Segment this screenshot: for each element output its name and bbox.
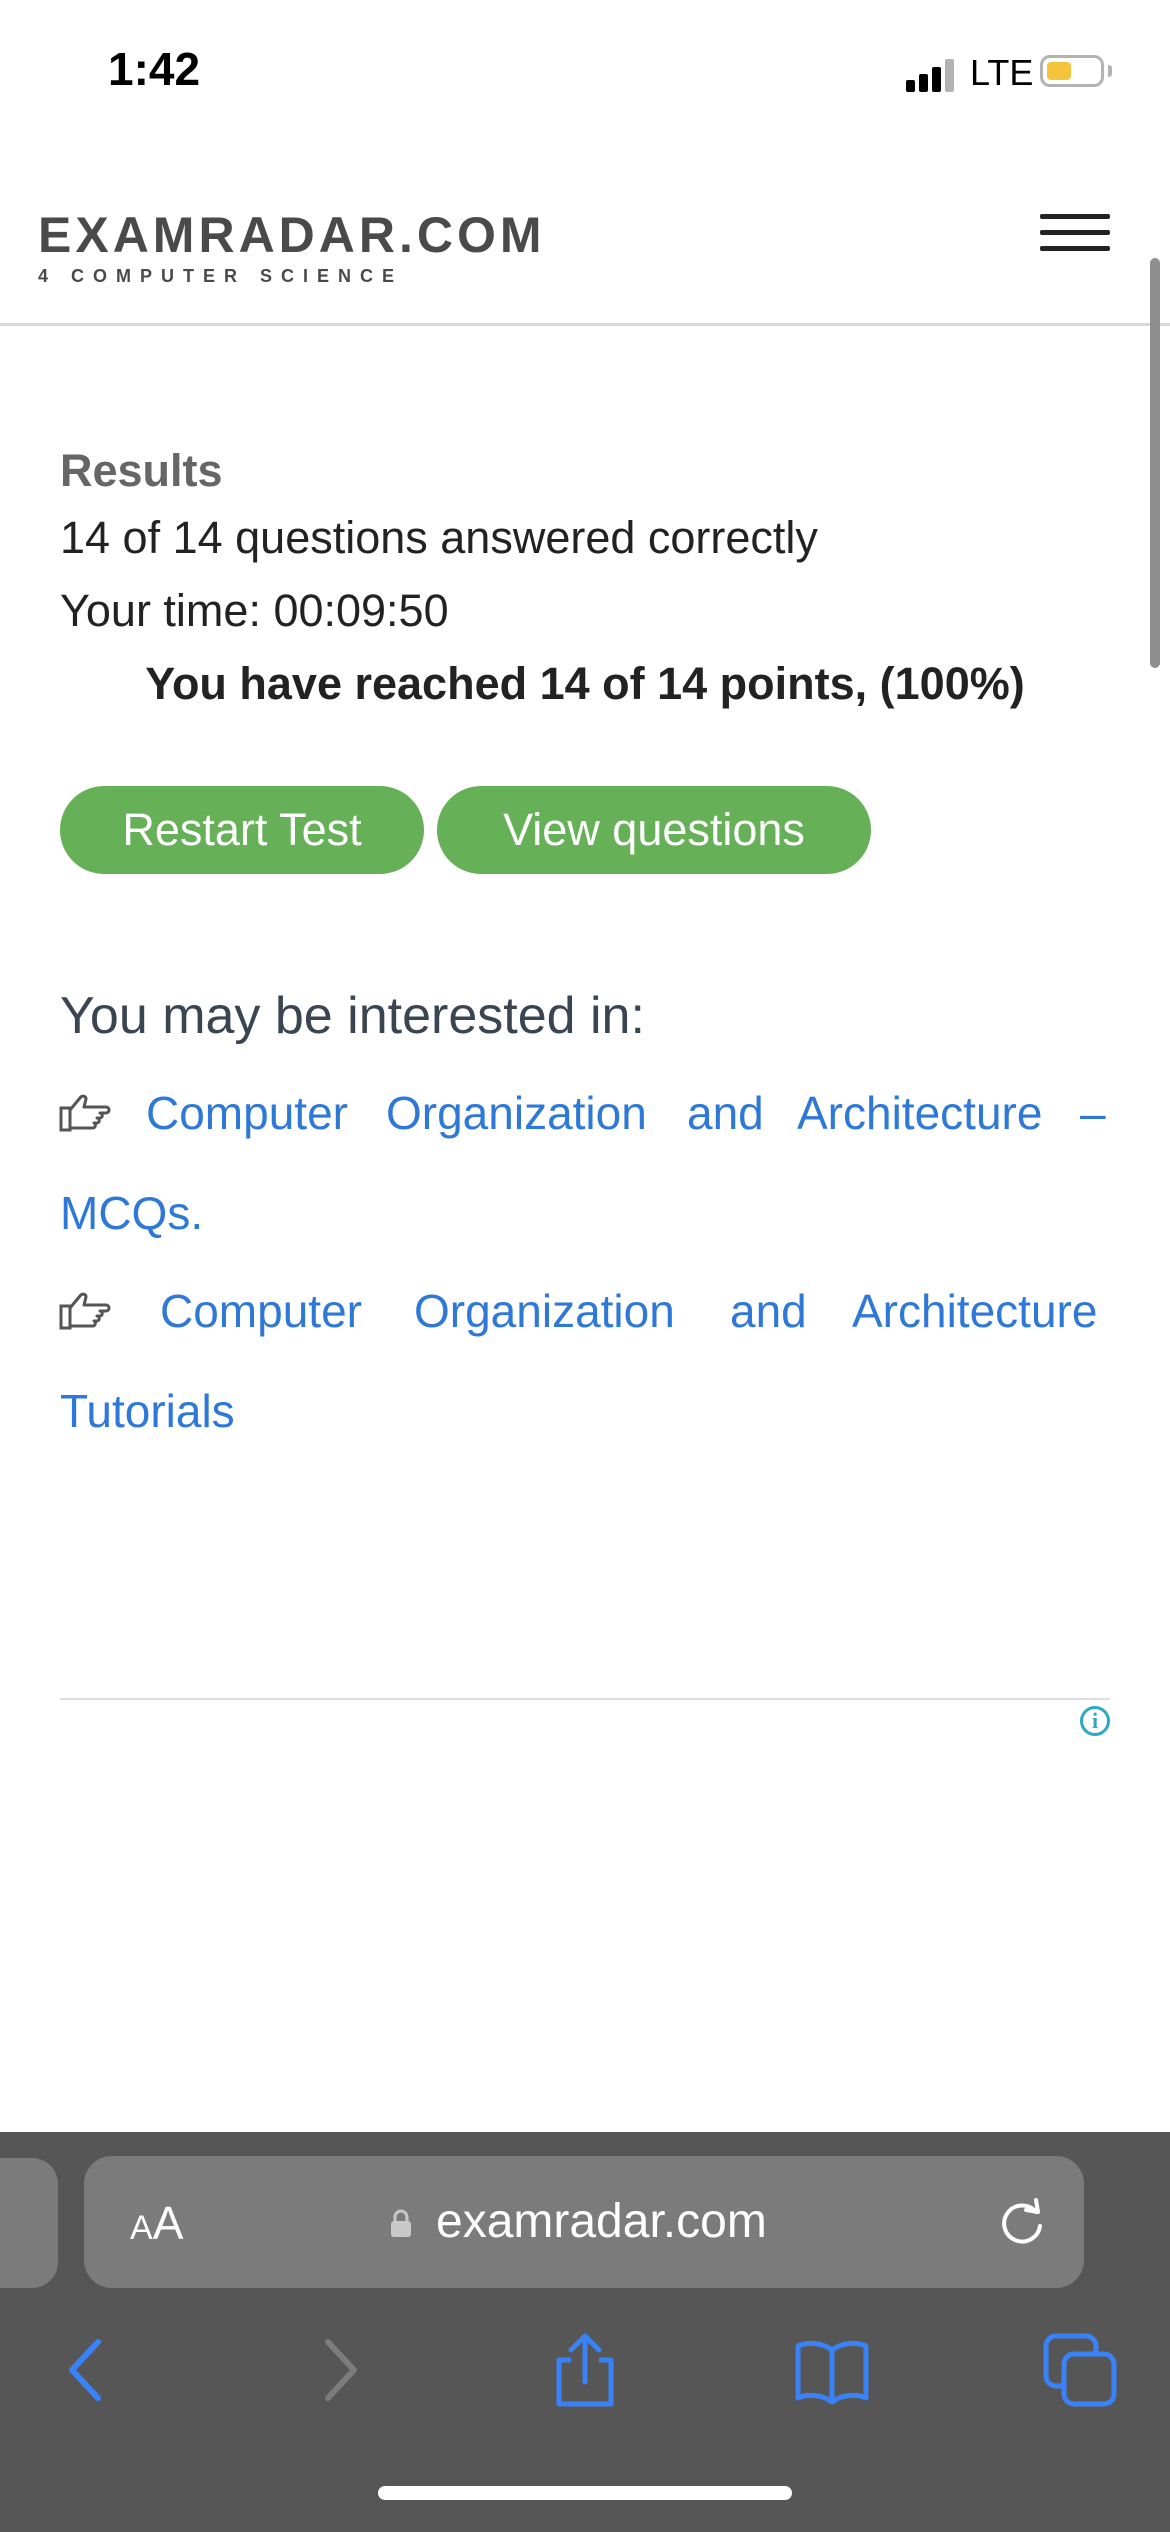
hamburger-menu-icon[interactable] — [1040, 214, 1110, 254]
link-word[interactable]: Organization — [386, 1086, 647, 1140]
battery-icon — [1040, 55, 1104, 87]
link-word[interactable]: and — [730, 1284, 807, 1338]
network-type: LTE — [970, 52, 1034, 93]
home-indicator[interactable] — [378, 2486, 792, 2500]
info-icon[interactable]: i — [1080, 1706, 1110, 1736]
back-icon[interactable] — [48, 2330, 128, 2410]
forward-icon[interactable] — [298, 2330, 378, 2410]
address-bar[interactable]: AA examradar.com — [84, 2156, 1084, 2288]
site-header: EXAMRADAR.COM 4 COMPUTER SCIENCE — [0, 150, 1170, 326]
battery-cap — [1108, 65, 1112, 77]
previous-tab-preview[interactable] — [0, 2158, 58, 2288]
link-word[interactable]: Organization — [414, 1284, 675, 1338]
link-word[interactable]: Architecture — [797, 1086, 1042, 1140]
restart-test-button[interactable]: Restart Test — [60, 786, 424, 874]
link-word[interactable]: – — [1080, 1086, 1106, 1140]
text-size-small: A — [130, 2209, 153, 2247]
lock-icon — [391, 2209, 411, 2237]
results-title: Results — [60, 445, 223, 496]
reload-icon[interactable] — [996, 2196, 1048, 2248]
screen: 1:42 LTE EXAMRADAR.COM 4 COMPUTER SCIENC… — [0, 0, 1170, 2532]
results-points: You have reached 14 of 14 points, (100%) — [145, 658, 1025, 709]
page-scrollbar[interactable] — [1150, 258, 1160, 668]
tabs-icon[interactable] — [1040, 2330, 1120, 2410]
text-size-big: A — [152, 2197, 184, 2249]
link-word[interactable]: Tutorials — [60, 1384, 235, 1438]
site-logo[interactable]: EXAMRADAR.COM — [38, 206, 546, 264]
interest-heading: You may be interested in: — [60, 987, 645, 1045]
results-correct-count: 14 of 14 questions answered correctly — [60, 512, 818, 563]
bookmarks-icon[interactable] — [792, 2330, 872, 2410]
browser-toolbar: AA examradar.com — [0, 2132, 1170, 2532]
link-word[interactable]: and — [687, 1086, 764, 1140]
ad-divider — [60, 1698, 1110, 1700]
status-time: 1:42 — [108, 43, 201, 95]
site-tagline: 4 COMPUTER SCIENCE — [38, 266, 404, 286]
hand-pointing-icon — [59, 1094, 111, 1132]
hand-pointing-icon — [59, 1292, 111, 1330]
status-bar: 1:42 LTE — [0, 0, 1170, 150]
share-icon[interactable] — [545, 2330, 625, 2410]
text-size-button[interactable]: AA — [130, 2196, 183, 2250]
link-word[interactable]: MCQs. — [60, 1186, 203, 1240]
link-word[interactable]: Computer — [160, 1284, 362, 1338]
results-time: Your time: 00:09:50 — [60, 585, 449, 636]
link-word[interactable]: Computer — [146, 1086, 348, 1140]
view-questions-button[interactable]: View questions — [437, 786, 871, 874]
signal-strength-icon — [906, 58, 954, 92]
url-text[interactable]: examradar.com — [436, 2194, 767, 2249]
link-word[interactable]: Architecture — [852, 1284, 1097, 1338]
